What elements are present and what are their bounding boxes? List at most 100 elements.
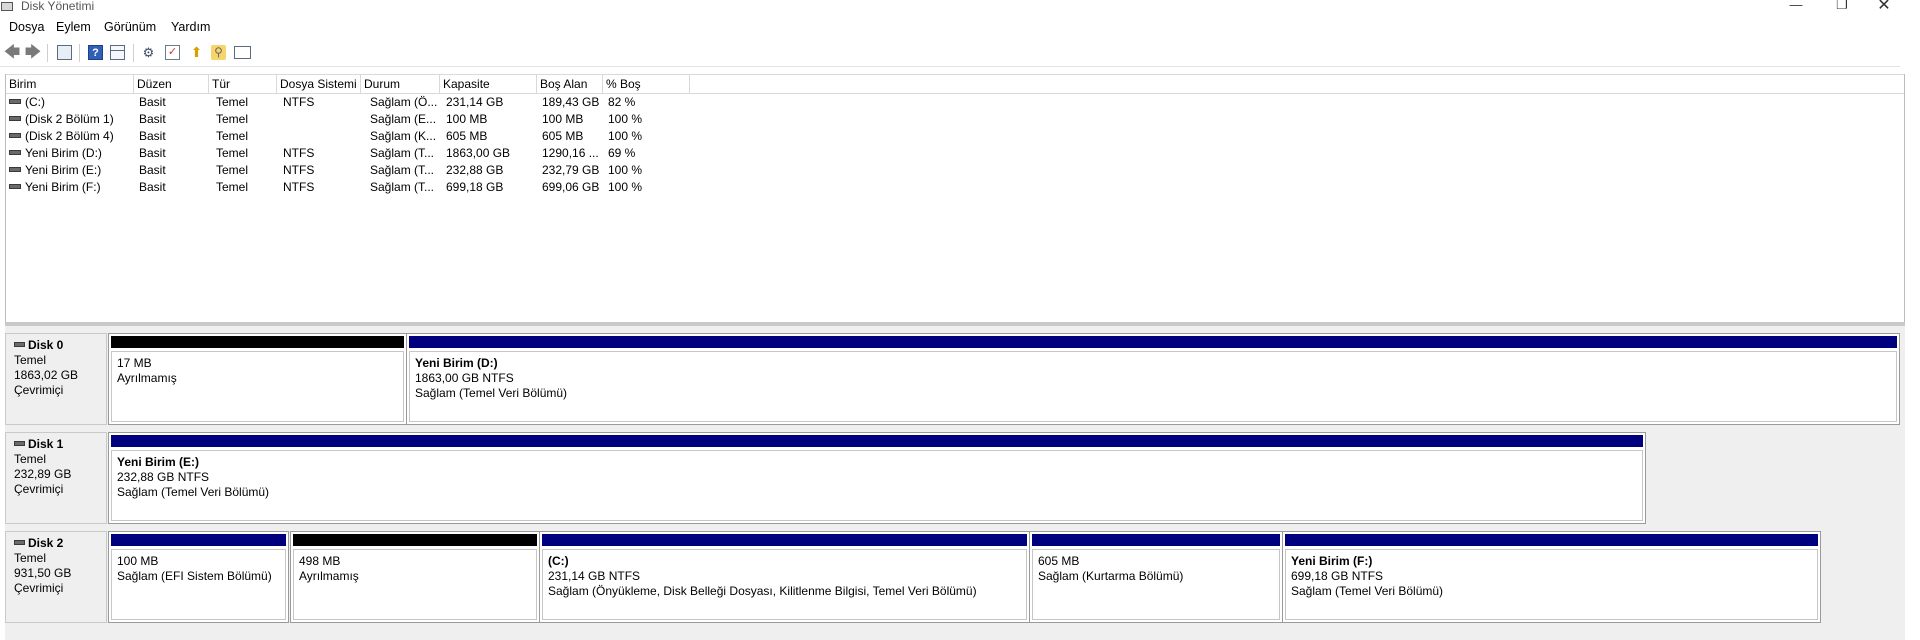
menu-eylem[interactable]: Eylem [56,20,91,34]
volume-free: 189,43 GB [542,95,600,109]
disk-state: Çevrimiçi [14,383,64,397]
toolbar-separator [79,44,80,62]
volume-row[interactable]: (C:) Basit Temel NTFS Sağlam (Ö... 231,1… [6,94,1904,111]
volume-layout: Basit [139,180,166,194]
column-dosya-sistemi[interactable]: Dosya Sistemi [277,75,361,93]
volume-row[interactable]: (Disk 2 Bölüm 4) Basit Temel Sağlam (K..… [6,128,1904,145]
search-icon[interactable]: ⚲ [211,45,226,60]
volume-list-header: Birim Düzen Tür Dosya Sistemi Durum Kapa… [6,74,1904,94]
partition-body: Yeni Birim (E:) 232,88 GB NTFS Sağlam (T… [111,450,1643,521]
console-tree-icon[interactable] [57,45,72,60]
restore-icon[interactable]: ❐ [1822,0,1862,14]
volume-name: Yeni Birim (D:) [25,146,102,160]
volume-icon [9,184,21,190]
partition-volume-e[interactable]: Yeni Birim (E:) 232,88 GB NTFS Sağlam (T… [108,432,1646,524]
menu-yardim[interactable]: Yardım [171,20,210,34]
partition-size: 231,14 GB NTFS [548,569,641,583]
partition-body: (C:) 231,14 GB NTFS Sağlam (Önyükleme, D… [542,549,1027,620]
volume-status: Sağlam (K... [370,129,437,143]
list-view-icon[interactable] [234,46,251,59]
volume-icon [9,133,21,139]
volume-status: Sağlam (T... [370,163,435,177]
volume-free: 1290,16 ... [542,146,599,160]
volume-capacity: 100 MB [446,112,488,126]
toolbar-separator [47,44,48,62]
disk-size: 232,89 GB [14,467,72,481]
volume-row[interactable]: Yeni Birim (D:) Basit Temel NTFS Sağlam … [6,145,1904,162]
partition-size: 100 MB [117,554,159,568]
volume-name: Yeni Birim (F:) [25,180,101,194]
check-icon[interactable]: ✓ [165,45,180,60]
partition-color-bar [409,336,1897,348]
partition-title: Yeni Birim (F:) [1291,554,1373,568]
menu-gorunum[interactable]: Görünüm [104,20,156,34]
partition-unallocated[interactable]: 498 MB Ayrılmamış [290,531,540,623]
partition-volume-d[interactable]: Yeni Birim (D:) 1863,00 GB NTFS Sağlam (… [406,333,1900,425]
partition-efi[interactable]: 100 MB Sağlam (EFI Sistem Bölümü) [108,531,289,623]
disk-type: Temel [14,551,47,565]
partition-status: Sağlam (Temel Veri Bölümü) [117,485,270,499]
volume-type: Temel [216,163,249,177]
volume-status: Sağlam (Ö... [370,95,438,109]
volume-layout: Basit [139,146,166,160]
volume-layout: Basit [139,163,166,177]
disk-label[interactable]: Disk 2 Temel 931,50 GB Çevrimiçi [5,531,107,623]
volume-row[interactable]: Yeni Birim (E:) Basit Temel NTFS Sağlam … [6,162,1904,179]
volume-pct-free: 69 % [608,146,636,160]
partition-color-bar [111,435,1643,447]
volume-list: Birim Düzen Tür Dosya Sistemi Durum Kapa… [5,74,1905,322]
properties-icon[interactable]: ⚙ [141,45,156,60]
disk-state: Çevrimiçi [14,482,64,496]
volume-pct-free: 100 % [608,112,643,126]
partition-title: (C:) [548,554,569,568]
column-duzen[interactable]: Düzen [134,75,209,93]
volume-capacity: 699,18 GB [446,180,504,194]
disk-row: Disk 2 Temel 931,50 GB Çevrimiçi 100 MB … [5,531,1905,623]
disk-name: Disk 2 [28,536,64,550]
volume-free: 699,06 GB [542,180,600,194]
column-bos-alan[interactable]: Boş Alan [537,75,603,93]
menu-dosya[interactable]: Dosya [9,20,44,34]
partition-volume-c[interactable]: (C:) 231,14 GB NTFS Sağlam (Önyükleme, D… [539,531,1030,623]
partition-body: 100 MB Sağlam (EFI Sistem Bölümü) [111,549,286,620]
column-yuzde-bos[interactable]: % Boş [603,75,690,93]
disk-icon [14,342,25,347]
help-icon[interactable]: ? [88,45,103,60]
partition-color-bar [293,534,537,546]
volume-fs: NTFS [283,163,315,177]
close-icon[interactable]: ✕ [1864,0,1904,14]
column-tur[interactable]: Tür [209,75,277,93]
volume-type: Temel [216,180,249,194]
partition-status: Ayrılmamış [117,371,177,385]
volume-pct-free: 100 % [608,163,643,177]
disk-label[interactable]: Disk 1 Temel 232,89 GB Çevrimiçi [5,432,107,524]
disk-name: Disk 1 [28,437,64,451]
volume-capacity: 231,14 GB [446,95,504,109]
volume-name-cell: Yeni Birim (D:) [6,145,102,162]
disk-list-icon[interactable] [110,45,125,60]
partition-title: Yeni Birim (D:) [415,356,498,370]
volume-pct-free: 100 % [608,180,643,194]
column-durum[interactable]: Durum [361,75,440,93]
up-folder-icon[interactable]: ⬆ [189,45,204,60]
volume-capacity: 605 MB [446,129,488,143]
column-kapasite[interactable]: Kapasite [440,75,537,93]
forward-arrow-icon[interactable]: 🡆 [24,45,42,61]
column-birim[interactable]: Birim [6,75,134,93]
volume-row[interactable]: (Disk 2 Bölüm 1) Basit Temel Sağlam (E..… [6,111,1904,128]
volume-name-cell: Yeni Birim (E:) [6,162,101,179]
partition-size: 232,88 GB NTFS [117,470,210,484]
partition-unallocated[interactable]: 17 MB Ayrılmamış [108,333,407,425]
volume-type: Temel [216,146,249,160]
back-arrow-icon[interactable]: 🡄 [3,45,21,61]
partition-color-bar [1285,534,1818,546]
volume-row[interactable]: Yeni Birim (F:) Basit Temel NTFS Sağlam … [6,179,1904,196]
volume-icon [9,116,21,122]
volume-free: 605 MB [542,129,584,143]
minimize-icon[interactable]: — [1776,0,1816,14]
volume-status: Sağlam (T... [370,180,435,194]
disk-label[interactable]: Disk 0 Temel 1863,02 GB Çevrimiçi [5,333,107,425]
toolbar-separator [133,44,134,62]
partition-recovery[interactable]: 605 MB Sağlam (Kurtarma Bölümü) [1029,531,1283,623]
partition-volume-f[interactable]: Yeni Birim (F:) 699,18 GB NTFS Sağlam (T… [1282,531,1821,623]
